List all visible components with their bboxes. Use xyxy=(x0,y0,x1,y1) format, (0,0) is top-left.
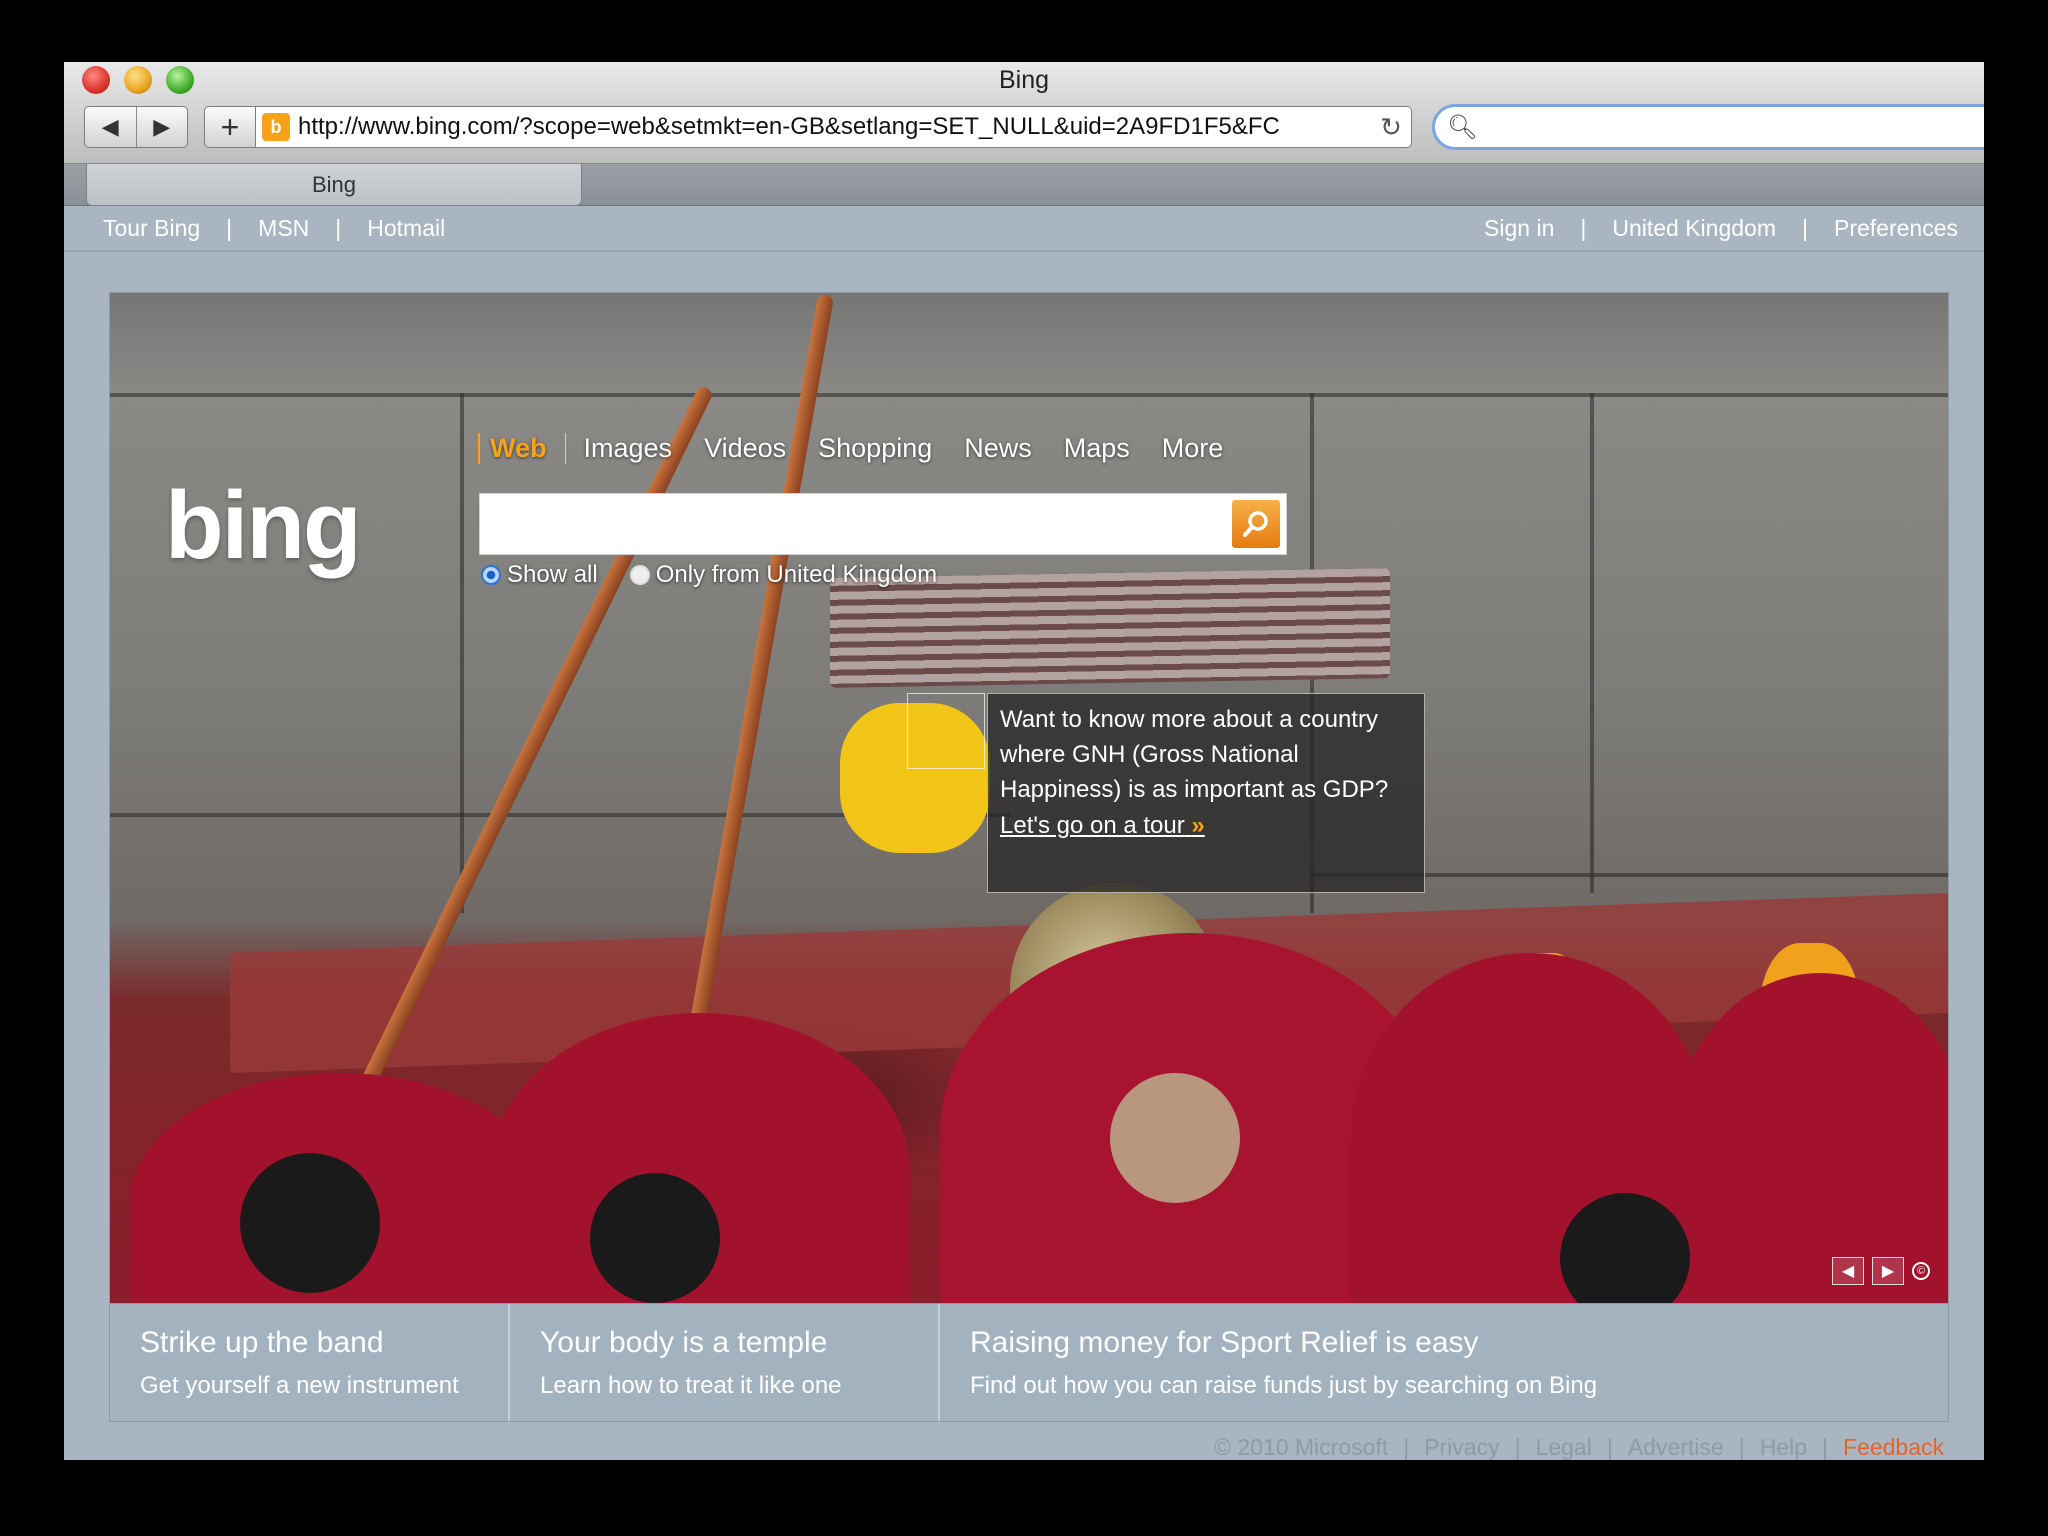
separator: | xyxy=(1514,1434,1521,1460)
promo-title[interactable]: Your body is a temple xyxy=(540,1326,908,1360)
tour-bing-link[interactable]: Tour Bing xyxy=(103,215,200,242)
url-text[interactable]: http://www.bing.com/?scope=web&setmkt=en… xyxy=(298,113,1371,141)
copyright-text: © 2010 Microsoft xyxy=(1214,1434,1389,1460)
separator: | xyxy=(226,214,233,241)
browser-window: Bing ◀ ▶ + b http://www.bing.com/?scope=… xyxy=(64,62,1984,1460)
double-chevron-icon: » xyxy=(1191,812,1205,839)
forward-button[interactable]: ▶ xyxy=(137,107,188,147)
promo-subtitle[interactable]: Find out how you can raise funds just by… xyxy=(970,1372,1910,1400)
copyright-info-icon[interactable]: © xyxy=(1912,1262,1930,1280)
separator: | xyxy=(1822,1434,1828,1460)
search-scopes: Web Images Videos Shopping News Maps Mor… xyxy=(478,433,1255,464)
callout-text: Want to know more about a country where … xyxy=(1000,706,1389,803)
filter-uk-only[interactable]: Only from United Kingdom xyxy=(629,561,938,589)
monk-robe xyxy=(1670,973,1948,1303)
window-title: Bing xyxy=(998,66,1050,94)
tab-bing[interactable]: Bing xyxy=(86,164,582,206)
homepage-image: bing Web Images Videos Shopping News Map… xyxy=(109,292,1949,1304)
promo-strip: Strike up the band Get yourself a new in… xyxy=(109,1304,1949,1422)
preferences-link[interactable]: Preferences xyxy=(1834,215,1958,242)
monk-head xyxy=(590,1173,720,1303)
separator: | xyxy=(1606,1434,1613,1460)
promo-subtitle[interactable]: Get yourself a new instrument xyxy=(140,1372,478,1400)
filter-show-all[interactable]: Show all xyxy=(481,561,598,589)
stone-joint xyxy=(460,393,464,913)
legal-link[interactable]: Legal xyxy=(1536,1434,1592,1460)
magnifier-icon xyxy=(1243,511,1268,537)
scope-web[interactable]: Web xyxy=(478,433,566,464)
scope-more[interactable]: More xyxy=(1162,433,1224,464)
forward-arrow-icon: ▶ xyxy=(153,114,171,139)
privacy-link[interactable]: Privacy xyxy=(1424,1434,1499,1460)
monk-head xyxy=(240,1153,380,1293)
top-nav-right: Sign in | United Kingdom | Preferences xyxy=(1484,215,1958,242)
hotspot-callout: Want to know more about a country where … xyxy=(987,693,1425,893)
sign-in-link[interactable]: Sign in xyxy=(1484,215,1554,242)
separator: | xyxy=(1580,214,1587,241)
separator: | xyxy=(1738,1434,1745,1460)
advertise-link[interactable]: Advertise xyxy=(1628,1434,1724,1460)
filter-uk-only-label: Only from United Kingdom xyxy=(655,561,938,588)
promo-title[interactable]: Strike up the band xyxy=(140,1326,478,1360)
nav-buttons: ◀ ▶ xyxy=(84,106,188,148)
bing-page: Tour Bing | MSN | Hotmail Sign in | Unit… xyxy=(64,206,1984,1460)
scope-maps[interactable]: Maps xyxy=(1064,433,1130,464)
browser-search-field[interactable]: 🔍︎ xyxy=(1432,104,1984,150)
promo-title[interactable]: Raising money for Sport Relief is easy xyxy=(970,1326,1910,1360)
scope-images[interactable]: Images xyxy=(584,433,673,464)
tour-link-label[interactable]: Let's go on a tour xyxy=(1000,812,1185,839)
stone-joint xyxy=(1590,393,1594,893)
add-bookmark-button[interactable]: + xyxy=(204,106,256,148)
hotmail-link[interactable]: Hotmail xyxy=(367,215,445,242)
next-image-button[interactable]: ▶ xyxy=(1872,1257,1904,1285)
address-bar[interactable]: b http://www.bing.com/?scope=web&setmkt=… xyxy=(256,106,1412,148)
search-input[interactable] xyxy=(479,493,1287,555)
msn-link[interactable]: MSN xyxy=(258,215,309,242)
promo-item[interactable]: Strike up the band Get yourself a new in… xyxy=(110,1304,510,1421)
search-icon[interactable]: 🔍︎ xyxy=(1447,113,1477,142)
divider xyxy=(64,250,1984,252)
separator: | xyxy=(1403,1434,1410,1460)
top-nav: Tour Bing | MSN | Hotmail Sign in | Unit… xyxy=(64,206,1984,250)
tab-strip: Bing xyxy=(64,164,1984,206)
promo-subtitle[interactable]: Learn how to treat it like one xyxy=(540,1372,908,1400)
reload-icon[interactable]: ↻ xyxy=(1371,112,1411,143)
filter-show-all-label: Show all xyxy=(507,561,598,588)
promo-item[interactable]: Raising money for Sport Relief is easy F… xyxy=(940,1304,1940,1421)
left-arrow-icon: ◀ xyxy=(1841,1263,1855,1280)
tour-link[interactable]: Let's go on a tour » xyxy=(1000,812,1412,840)
search-button[interactable] xyxy=(1232,500,1280,548)
stone-joint xyxy=(110,393,1948,397)
region-link[interactable]: United Kingdom xyxy=(1612,215,1776,242)
monk-head xyxy=(1110,1073,1240,1203)
bing-logo: bing xyxy=(165,472,362,579)
page-footer: © 2010 Microsoft | Privacy | Legal | Adv… xyxy=(1214,1434,1944,1460)
scope-shopping[interactable]: Shopping xyxy=(818,433,932,464)
scope-videos[interactable]: Videos xyxy=(704,433,786,464)
plus-icon: + xyxy=(220,108,240,145)
browser-toolbar: Bing ◀ ▶ + b http://www.bing.com/?scope=… xyxy=(64,62,1984,164)
search-filters: Show all Only from United Kingdom xyxy=(481,561,969,589)
promo-item[interactable]: Your body is a temple Learn how to treat… xyxy=(510,1304,940,1421)
bing-favicon-icon: b xyxy=(262,113,290,141)
help-link[interactable]: Help xyxy=(1760,1434,1807,1460)
image-hotspot[interactable] xyxy=(907,693,985,769)
separator: | xyxy=(335,214,342,241)
right-arrow-icon: ▶ xyxy=(1881,1263,1895,1280)
top-nav-left: Tour Bing | MSN | Hotmail xyxy=(103,215,445,242)
separator: | xyxy=(1802,214,1808,241)
feedback-link[interactable]: Feedback xyxy=(1843,1434,1944,1460)
previous-image-button[interactable]: ◀ xyxy=(1832,1257,1864,1285)
back-arrow-icon: ◀ xyxy=(101,114,119,139)
scope-news[interactable]: News xyxy=(964,433,1032,464)
radio-unselected-icon[interactable] xyxy=(629,565,650,585)
image-controls: ◀ ▶ © xyxy=(1832,1257,1930,1285)
radio-selected-icon[interactable] xyxy=(481,565,501,585)
back-button[interactable]: ◀ xyxy=(85,107,137,147)
